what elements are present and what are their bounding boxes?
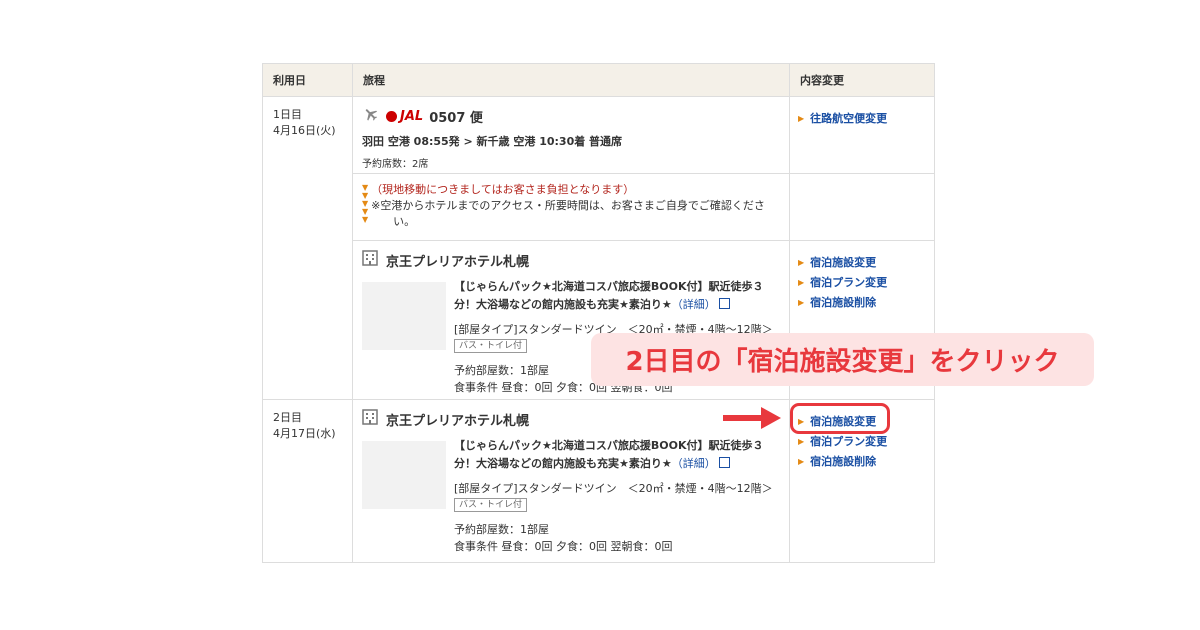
day2-label: 2日目: [273, 411, 302, 424]
day1-hotel-thumbnail: [362, 282, 446, 350]
day2-hotel-thumbnail: [362, 441, 446, 509]
flight-route: 羽田 空港 08:55発 > 新千歳 空港 10:30着 普通席: [362, 135, 623, 148]
flight-seats: 予約席数：2席: [362, 159, 429, 170]
triangle-right-icon: ▶: [798, 457, 805, 466]
day1-date: 4月16日(火): [273, 124, 336, 137]
day2-detail-link[interactable]: （詳細）: [672, 457, 716, 470]
day1-detail-link[interactable]: （詳細）: [672, 298, 716, 311]
header-date: 利用日: [262, 63, 353, 97]
day1-date-cell: 1日目 4月16日(火): [262, 96, 353, 400]
day1-hotel-change-list: ▶ 宿泊施設変更 ▶ 宿泊プラン変更 ▶ 宿泊施設削除: [790, 241, 934, 313]
external-link-icon[interactable]: [718, 298, 730, 309]
day2-date-cell: 2日目 4月17日(水): [262, 399, 353, 563]
day1-plan-change-link[interactable]: 宿泊プラン変更: [810, 273, 887, 293]
day1-hotel-change-link[interactable]: 宿泊施設変更: [810, 253, 876, 273]
day1-change-item[interactable]: ▶ 宿泊施設削除: [798, 293, 934, 313]
day1-hotel-name: 京王プレリアホテル札幌: [386, 254, 530, 270]
note-line-3: い。: [393, 215, 416, 228]
day2-hotel-name: 京王プレリアホテル札幌: [386, 413, 530, 429]
highlight-ring: [790, 403, 890, 434]
flight-block: JAL 0507 便 羽田 空港 08:55発 > 新千歳 空港 10:30着 …: [353, 97, 789, 174]
airplane-icon: [362, 106, 380, 126]
note-line-1: （現地移動につきましてはお客さま負担となります）: [371, 183, 635, 196]
jal-logo: JAL: [386, 109, 423, 124]
instruction-callout: 2日目の「宿泊施設変更」をクリック: [591, 333, 1094, 386]
day1-hotel-delete-link[interactable]: 宿泊施設削除: [810, 293, 876, 313]
pointer-arrow-icon: [723, 407, 781, 429]
outbound-flight-change-link[interactable]: 往路航空便変更: [810, 109, 887, 129]
header-itinerary: 旅程: [352, 63, 790, 97]
triangle-right-icon: ▶: [798, 114, 805, 123]
triangle-right-icon: ▶: [798, 278, 805, 287]
day2-hotel-delete-link[interactable]: 宿泊施設削除: [810, 452, 876, 472]
day2-rooms: 予約部屋数：1部屋: [454, 523, 549, 536]
building-icon: [362, 250, 378, 270]
day2-meals: 食事条件 昼食：0回 夕食：0回 翌朝食：0回: [454, 540, 673, 553]
day1-change-item[interactable]: ▶ 宿泊施設変更: [798, 253, 934, 273]
day1-flight-change-area: ▶ 往路航空便変更: [790, 97, 934, 174]
day2-change-item[interactable]: ▶ 宿泊プラン変更: [798, 432, 934, 452]
day1-change-item[interactable]: ▶ 宿泊プラン変更: [798, 273, 934, 293]
table-header-row: 利用日 旅程 内容変更: [262, 63, 935, 97]
triangle-right-icon: ▶: [798, 298, 805, 307]
transfer-notes: ▼ ▼ ▼ ▼ ▼ （現地移動につきましてはお客さま負担となります） ※空港からホテルま…: [353, 174, 789, 241]
triangle-right-icon: ▶: [798, 258, 805, 267]
jal-crane-icon: [386, 110, 397, 122]
airline-name: JAL: [400, 108, 424, 124]
day1-plan-title: 【じゃらんパック★北海道コスパ旅応援BOOK付】駅近徒歩３分！大浴場などの館内施…: [454, 280, 764, 311]
day1-label: 1日目: [273, 108, 302, 121]
itinerary-table: 利用日 旅程 内容変更 1日目 4月16日(火) JAL 0507 便 羽田 空…: [262, 63, 935, 563]
flight-change-item[interactable]: ▶ 往路航空便変更: [798, 109, 934, 129]
day1-bath-badge: バス・トイレ付: [454, 339, 528, 353]
day2-plan-change-link[interactable]: 宿泊プラン変更: [810, 432, 887, 452]
day2-bath-badge: バス・トイレ付: [454, 498, 528, 512]
triangle-stack-icon: ▼ ▼ ▼ ▼ ▼: [362, 183, 369, 224]
day2-date: 4月17日(水): [273, 427, 336, 440]
flight-number: 0507 便: [429, 110, 483, 126]
triangle-right-icon: ▶: [798, 437, 805, 446]
external-link-icon[interactable]: [718, 457, 730, 468]
header-change: 内容変更: [789, 63, 935, 97]
note-line-2: ※空港からホテルまでのアクセス・所要時間は、お客さまご自身でご確認くださ: [371, 199, 765, 212]
day2-plan-title: 【じゃらんパック★北海道コスパ旅応援BOOK付】駅近徒歩３分！大浴場などの館内施…: [454, 439, 764, 470]
day1-note-change-area: [790, 174, 934, 241]
day2-room-type: [部屋タイプ]スタンダードツイン ＜20㎡・禁煙・4階〜12階＞: [454, 482, 773, 495]
building-icon: [362, 409, 378, 429]
day2-change-item[interactable]: ▶ 宿泊施設削除: [798, 452, 934, 472]
